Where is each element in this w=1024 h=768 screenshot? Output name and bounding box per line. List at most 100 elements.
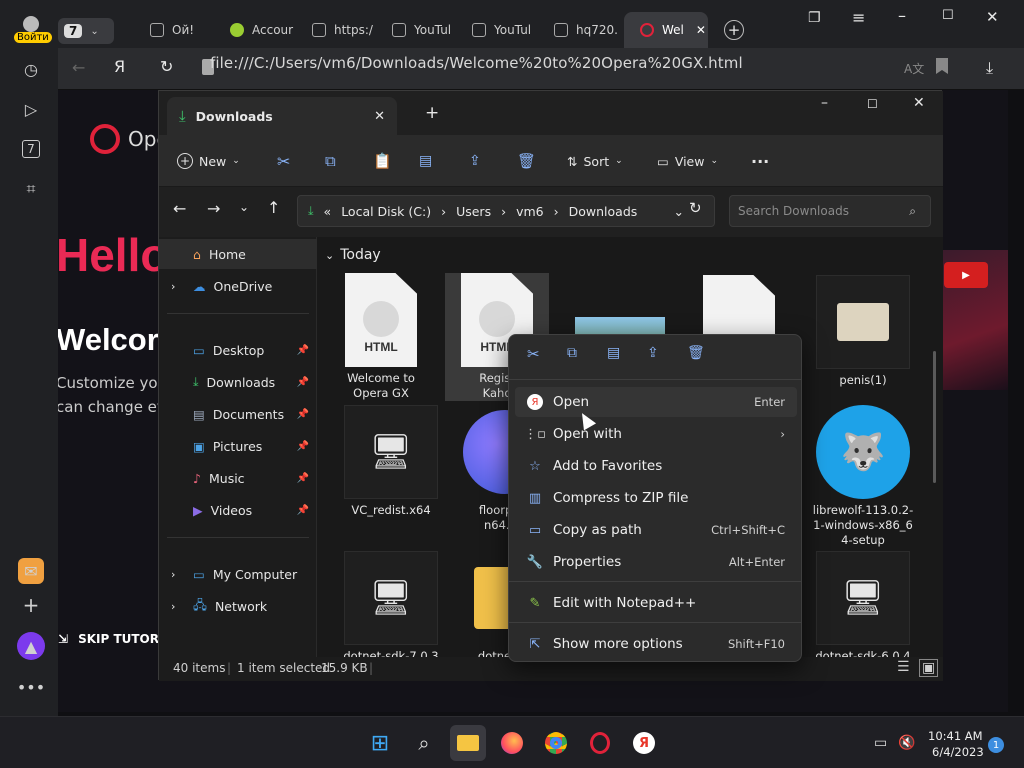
file-item[interactable]: 🐺 librewolf-113.0.2- 1-windows-x86_6 4-s… [811,405,915,548]
url-text[interactable]: file:///C:/Users/vm6/Downloads/Welcome%2… [210,54,743,72]
nav-onedrive[interactable]: › ☁ OneDrive [159,271,317,301]
nav-documents[interactable]: ▤ Documents 📌 [159,399,317,429]
crumb-downloads[interactable]: Downloads [569,204,638,219]
tab-6[interactable]: hq720. [538,12,618,48]
sort-button[interactable]: ⇅ Sort ⌄ [567,135,623,187]
alice-icon[interactable]: ▲ [17,632,45,660]
yandex-browser-icon[interactable]: Я [626,725,662,761]
volume-muted-icon[interactable]: 🔇 [898,735,915,751]
recent-chevron-icon[interactable]: ⌄ [239,200,249,214]
delete-icon[interactable]: 🗑 [687,345,705,361]
file-item[interactable]: penis(1) [811,275,915,388]
collections-icon[interactable]: ❐ [808,10,821,26]
profile-button[interactable]: Войти [12,16,52,46]
cut-icon[interactable]: ✂ [527,345,540,363]
cut-icon[interactable]: ✂ [277,135,290,187]
close-tab-icon[interactable]: ✕ [374,109,385,124]
expand-chevron-icon[interactable]: › [171,568,175,581]
explorer-tab[interactable]: ⤓ Downloads ✕ [167,97,397,135]
tab-count-button[interactable]: 7 ⌄ [58,18,114,44]
back-icon[interactable]: ← [72,58,85,77]
minimize-icon[interactable]: – [821,95,828,111]
clock-time[interactable]: 10:41 AM [928,729,983,743]
menu-add-favorites[interactable]: ☆ Add to Favorites [515,451,797,481]
view-button[interactable]: ▭ View ⌄ [657,135,718,187]
crumb-users[interactable]: Users [456,204,491,219]
notification-badge[interactable]: 1 [988,737,1004,753]
expand-chevron-icon[interactable]: › [171,600,175,613]
nav-desktop[interactable]: ▭ Desktop 📌 [159,335,317,365]
menu-copy-path[interactable]: ▭ Copy as path Ctrl+Shift+C [515,515,797,545]
history-icon[interactable]: ◷ [16,54,46,84]
tab-2[interactable]: Accour [214,12,294,48]
firefox-icon[interactable] [494,725,530,761]
bookmark-icon[interactable] [936,58,948,74]
crumb-vm6[interactable]: vm6 [516,204,544,219]
maximize-icon[interactable]: ☐ [942,8,954,23]
skip-tutorial[interactable]: ⇲ SKIP TUTORIA [58,632,173,646]
search-input[interactable]: Search Downloads ⌕ [729,195,931,227]
expand-chevron-icon[interactable]: › [171,280,175,293]
new-tab-button[interactable]: + [724,20,744,40]
file-explorer-icon[interactable] [450,725,486,761]
forward-icon[interactable]: → [207,199,220,218]
tab-1[interactable]: Ой! [134,12,214,48]
file-item[interactable]: 🖥 dotnet-sdk-6.0.4 [811,551,915,657]
delete-icon[interactable]: 🗑 [517,135,536,187]
chrome-icon[interactable] [538,725,574,761]
up-icon[interactable]: ↑ [267,198,280,217]
new-tab-icon[interactable]: + [425,103,439,123]
menu-open-with[interactable]: ⋮▫ Open with › [515,419,797,449]
refresh-icon[interactable]: ↻ [689,199,702,217]
nav-my-computer[interactable]: › ▭ My Computer [159,559,317,589]
paste-icon[interactable]: 📋 [373,135,392,187]
screenshot-icon[interactable]: ⌗ [16,174,46,204]
nav-downloads[interactable]: ⤓ Downloads 📌 [159,367,317,397]
tab-4[interactable]: YouTul [376,12,456,48]
scrollbar[interactable] [933,351,936,483]
menu-compress-zip[interactable]: ▥ Compress to ZIP file [515,483,797,513]
share-icon[interactable]: ⇪ [469,135,481,187]
rename-icon[interactable]: ▤ [419,135,432,187]
menu-open[interactable]: Я Open Enter [515,387,797,417]
tab-3[interactable]: https:/ [296,12,376,48]
opera-gx-icon[interactable] [582,725,618,761]
chevron-down-icon[interactable]: ⌄ [674,204,684,219]
mail-icon[interactable]: ✉ [18,558,44,584]
group-header-today[interactable]: ⌄ Today [325,247,381,263]
tab-7-active[interactable]: Wel ✕ [624,12,708,48]
menu-icon[interactable]: ≡ [852,8,865,27]
more-options-icon[interactable]: ··· [751,135,769,187]
file-item[interactable]: 🖥 dotnet-sdk-7.0.3 [339,551,443,657]
menu-properties[interactable]: 🔧 Properties Alt+Enter [515,547,797,577]
tab-counter-icon[interactable]: 7 [16,134,46,164]
download-icon[interactable]: ⤓ [986,58,993,78]
nav-network[interactable]: › 🖧 Network [159,591,317,621]
play-icon[interactable]: ▷ [16,94,46,124]
menu-show-more[interactable]: ⇱ Show more options Shift+F10 [515,629,797,659]
reload-icon[interactable]: ↻ [160,57,173,76]
add-panel-icon[interactable]: + [16,590,46,620]
crumb-local-disk[interactable]: Local Disk (C:) [341,204,431,219]
rename-icon[interactable]: ▤ [607,345,620,361]
translate-icon[interactable]: A文 [904,60,924,77]
file-item[interactable]: 🖥 VC_redist.x64 [339,405,443,518]
close-tab-icon[interactable]: ✕ [696,23,706,37]
breadcrumb[interactable]: ⤓ « Local Disk (C:) › Users › vm6 › Downloa… [297,195,715,227]
nav-pictures[interactable]: ▣ Pictures 📌 [159,431,317,461]
menu-edit-notepadpp[interactable]: ✎ Edit with Notepad++ [515,588,797,618]
back-icon[interactable]: ← [173,199,186,218]
share-icon[interactable]: ⇪ [647,345,659,361]
copy-icon[interactable]: ⧉ [325,135,336,187]
clock-date[interactable]: 6/4/2023 [932,745,984,759]
network-tray-icon[interactable]: ▭ [874,735,887,751]
new-button[interactable]: + New ⌄ [177,135,240,187]
tab-5[interactable]: YouTul [456,12,536,48]
copy-icon[interactable]: ⧉ [567,345,577,361]
details-view-icon[interactable]: ☰ [897,659,910,675]
close-icon[interactable]: ✕ [913,95,925,111]
close-icon[interactable]: ✕ [986,8,999,26]
nav-home[interactable]: ⌂ Home [159,239,317,269]
nav-music[interactable]: ♪ Music 📌 [159,463,317,493]
tiles-view-icon[interactable]: ▣ [919,659,939,677]
